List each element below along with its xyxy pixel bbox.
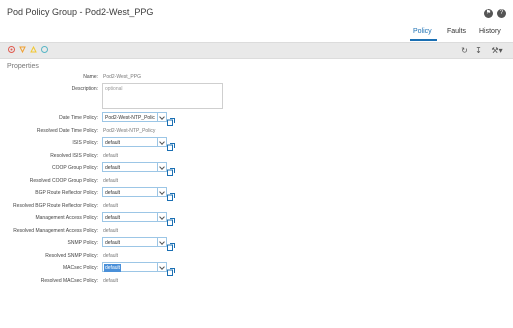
resolved-snmp-policy-label: Resolved SNMP Policy: bbox=[45, 253, 98, 259]
description-field[interactable]: optional bbox=[102, 83, 223, 109]
tab-policy[interactable]: Policy bbox=[413, 28, 432, 35]
tools-icon[interactable]: ⚒▾ bbox=[490, 46, 504, 55]
resolved-bgp-route-reflector-policy-label: Resolved BGP Route Reflector Policy: bbox=[13, 203, 98, 209]
description-label: Description: bbox=[71, 86, 98, 92]
section-properties: Properties bbox=[7, 63, 39, 70]
open-policy-icon[interactable] bbox=[167, 263, 175, 276]
coop-group-policy-label: COOP Group Policy: bbox=[51, 165, 98, 171]
chevron-down-icon bbox=[157, 263, 166, 271]
major-fault-icon[interactable] bbox=[19, 46, 26, 53]
resolved-macsec-policy-value: default bbox=[103, 278, 119, 284]
resolved-isis-policy-label: Resolved ISIS Policy: bbox=[50, 153, 98, 159]
snmp-policy-label: SNMP Policy: bbox=[67, 240, 98, 246]
download-icon[interactable]: ↧ bbox=[474, 46, 483, 55]
minor-fault-icon[interactable] bbox=[30, 46, 37, 53]
chevron-down-icon bbox=[157, 238, 166, 246]
open-policy-icon[interactable] bbox=[167, 238, 175, 251]
snmp-policy-select[interactable]: default bbox=[102, 237, 167, 247]
isis-policy-label: ISIS Policy: bbox=[72, 140, 98, 146]
resolved-management-access-policy-value: default bbox=[103, 228, 119, 234]
warning-fault-icon[interactable] bbox=[41, 46, 48, 53]
date-time-policy-select[interactable]: Pod2-West-NTP_Polic bbox=[102, 112, 167, 122]
macsec-policy-label: MACsec Policy: bbox=[62, 265, 98, 271]
chevron-down-icon bbox=[157, 163, 166, 171]
resolved-isis-policy-value: default bbox=[103, 153, 119, 159]
toolbar: ↻ ↧ ⚒▾ bbox=[0, 42, 513, 59]
tab-history[interactable]: History bbox=[479, 28, 501, 35]
critical-fault-icon[interactable] bbox=[8, 46, 15, 53]
bookmark-icon[interactable]: ⚑ bbox=[484, 9, 493, 18]
window-title: Pod Policy Group - Pod2-West_PPG bbox=[7, 7, 154, 17]
resolved-coop-group-policy-label: Resolved COOP Group Policy: bbox=[29, 178, 98, 184]
macsec-policy-select[interactable]: default bbox=[102, 262, 167, 272]
name-value: Pod2-West_PPG bbox=[103, 74, 141, 80]
chevron-down-icon bbox=[157, 113, 166, 121]
date-time-policy-value: Pod2-West-NTP_Polic bbox=[105, 115, 155, 121]
resolved-management-access-policy-label: Resolved Management Access Policy: bbox=[13, 228, 98, 234]
resolved-bgp-route-reflector-policy-value: default bbox=[103, 203, 119, 209]
open-policy-icon[interactable] bbox=[167, 163, 175, 176]
refresh-icon[interactable]: ↻ bbox=[460, 46, 469, 55]
bgp-route-reflector-policy-label: BGP Route Reflector Policy: bbox=[35, 190, 98, 196]
open-policy-icon[interactable] bbox=[167, 188, 175, 201]
isis-policy-select[interactable]: default bbox=[102, 137, 167, 147]
open-policy-icon[interactable] bbox=[167, 113, 175, 126]
management-access-policy-value: default bbox=[105, 215, 121, 221]
chevron-down-icon bbox=[157, 213, 166, 221]
help-icon[interactable]: ? bbox=[497, 9, 506, 18]
coop-group-policy-select[interactable]: default bbox=[102, 162, 167, 172]
resolved-snmp-policy-value: default bbox=[103, 253, 119, 259]
management-access-policy-label: Management Access Policy: bbox=[35, 215, 98, 221]
coop-group-policy-value: default bbox=[105, 165, 121, 171]
date-time-policy-label: Date Time Policy: bbox=[59, 115, 98, 121]
management-access-policy-select[interactable]: default bbox=[102, 212, 167, 222]
active-tab-indicator bbox=[410, 39, 437, 41]
resolved-date-time-policy-label: Resolved Date Time Policy: bbox=[36, 128, 98, 134]
resolved-macsec-policy-label: Resolved MACsec Policy: bbox=[40, 278, 98, 284]
chevron-down-icon bbox=[157, 188, 166, 196]
bgp-route-reflector-policy-select[interactable]: default bbox=[102, 187, 167, 197]
resolved-date-time-policy-value: Pod2-West-NTP_Policy bbox=[103, 128, 156, 134]
name-label: Name: bbox=[83, 74, 98, 80]
description-placeholder: optional bbox=[105, 86, 123, 92]
snmp-policy-value: default bbox=[105, 240, 121, 246]
chevron-down-icon bbox=[157, 138, 166, 146]
isis-policy-value: default bbox=[105, 140, 121, 146]
tab-faults[interactable]: Faults bbox=[447, 28, 466, 35]
resolved-coop-group-policy-value: default bbox=[103, 178, 119, 184]
open-policy-icon[interactable] bbox=[167, 213, 175, 226]
macsec-policy-value: default bbox=[104, 264, 122, 272]
open-policy-icon[interactable] bbox=[167, 138, 175, 151]
bgp-route-reflector-policy-value: default bbox=[105, 190, 121, 196]
